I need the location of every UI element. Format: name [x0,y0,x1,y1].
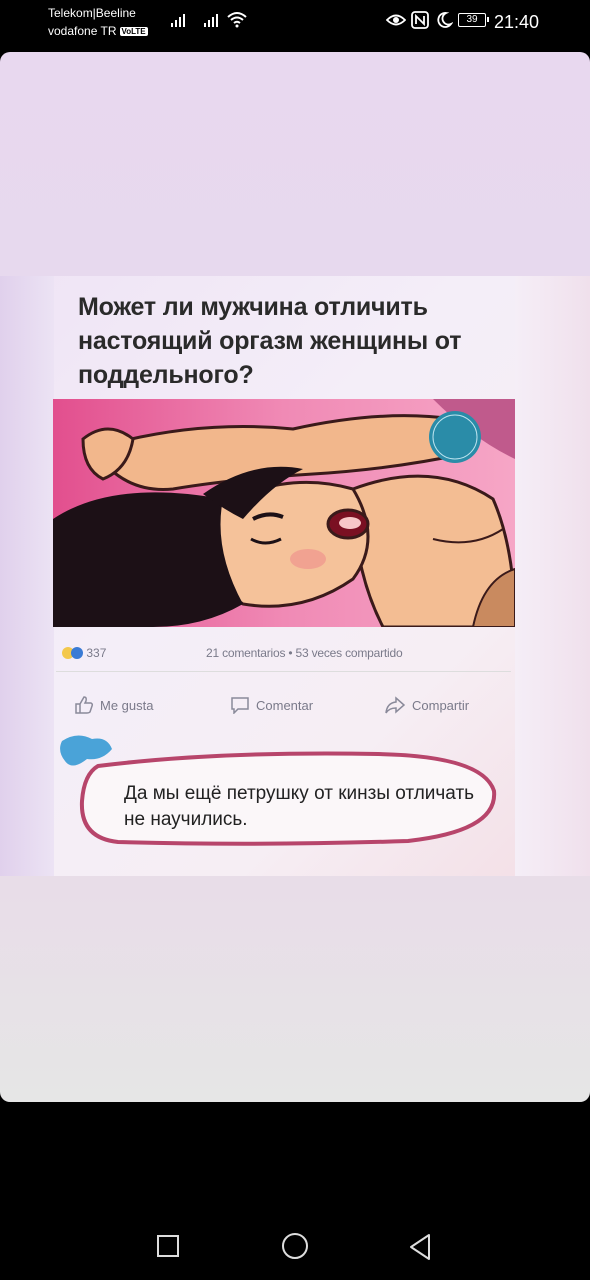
comic-illustration [53,399,515,627]
comment-label: Comentar [256,698,314,713]
watermark-logo [429,411,481,463]
image-left-edge [0,276,54,876]
carrier-primary: Telekom|Beeline [48,6,136,20]
back-icon[interactable] [408,1233,432,1261]
signal-icon [204,14,218,27]
navigation-bar [0,1200,590,1280]
carrier-secondary-label: vodafone TR [48,24,117,38]
moon-icon [437,12,453,28]
clock: 21:40 [494,12,540,32]
home-icon[interactable] [282,1233,308,1259]
comments-shares-count: 21 comentarios • 53 veces compartido [206,646,403,660]
comment-text: Да мы ещё петрушку от кинзы отличать не … [124,783,475,830]
comment-button: Comentar [230,696,314,715]
eye-icon [386,14,406,26]
battery-level: 39 [466,14,478,25]
share-label: Compartir [412,698,470,713]
carrier-secondary: vodafone TR VoLTE [48,24,148,38]
like-label: Me gusta [100,698,154,713]
post-title: Может ли мужчина отличить настоящий орга… [78,293,462,389]
image-viewer[interactable]: Может ли мужчина отличить настоящий орга… [0,52,590,1102]
battery-icon: 39 [458,13,489,27]
share-button: Compartir [384,696,469,714]
divider [56,671,511,672]
recent-apps-icon[interactable] [157,1235,179,1257]
shared-image[interactable]: Может ли мужчина отличить настоящий орга… [0,276,590,876]
image-right-edge [515,276,590,876]
signal-icon [171,14,185,27]
like-button: Me gusta [74,696,153,714]
reactions-count: 337 [86,646,107,660]
thumbs-up-icon [75,696,94,714]
nfc-icon [411,11,429,29]
wifi-icon [227,12,247,28]
reactions-summary: 337 [62,646,106,660]
volte-badge: VoLTE [119,27,148,36]
like-reaction-icon [71,647,83,659]
comment-icon [231,697,249,715]
status-bar: Telekom|Beeline vodafone TR VoLTE 39 21:4… [0,0,590,48]
share-icon [385,696,406,714]
carrier-primary-label: Telekom|Beeline [48,6,136,20]
